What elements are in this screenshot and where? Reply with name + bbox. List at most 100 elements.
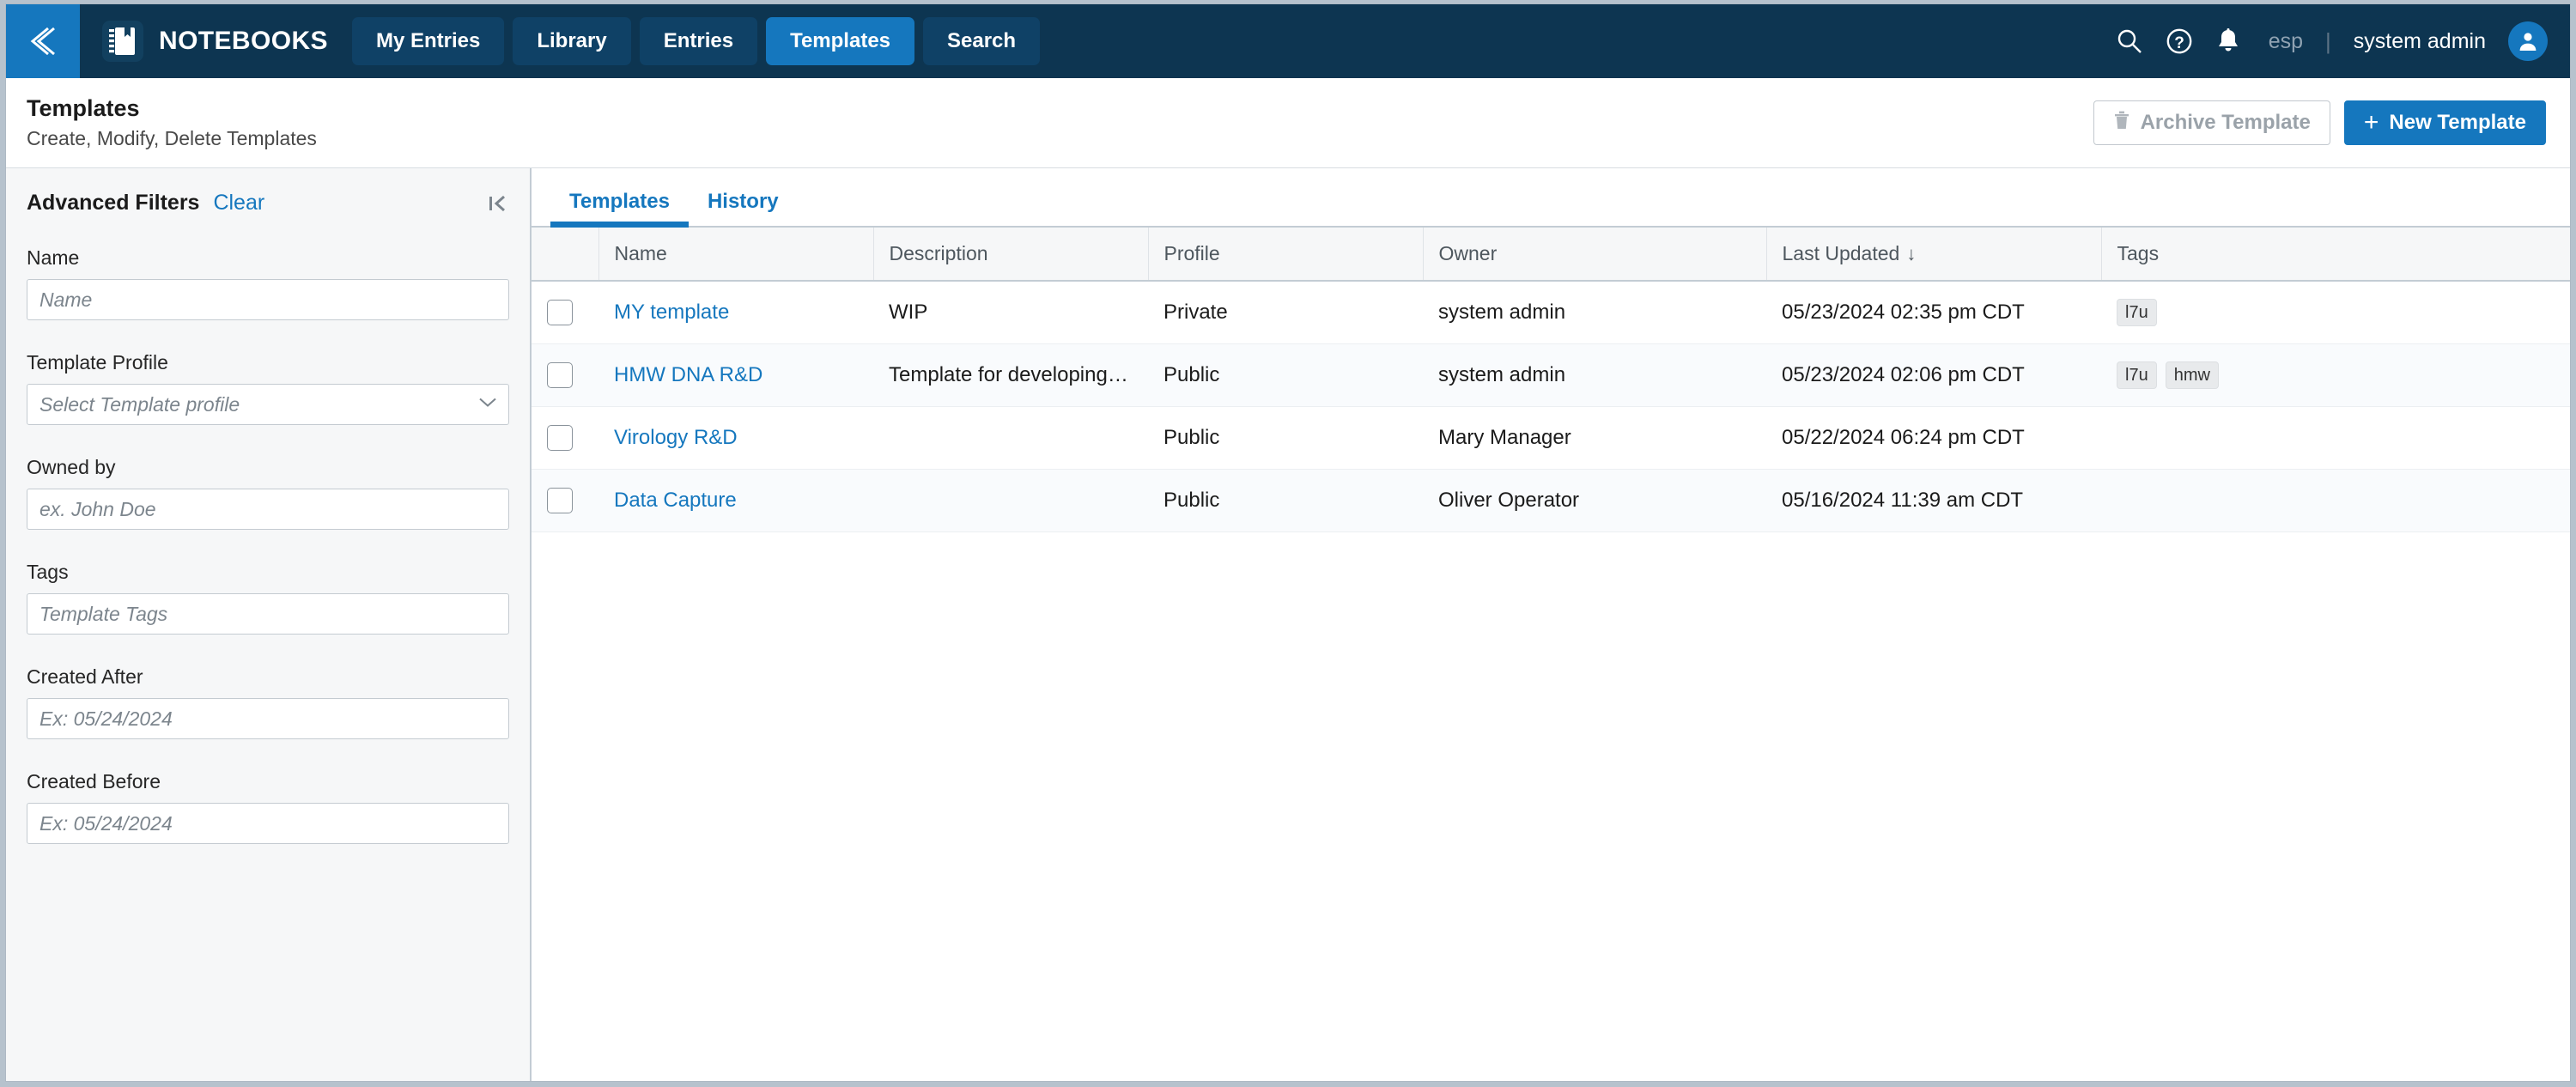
search-icon[interactable]	[2116, 27, 2143, 55]
row-description-cell	[873, 469, 1148, 532]
filter-label-owned-by: Owned by	[27, 456, 116, 478]
column-header-last-updated[interactable]: Last Updated ↓	[1766, 228, 2102, 282]
table-row[interactable]: HMW DNA R&D Template for developing … Pu…	[532, 343, 2570, 407]
notification-bell-icon[interactable]	[2215, 27, 2241, 55]
table-header-row: Name Description Profile Owner Last Upda…	[532, 228, 2570, 282]
filter-label-created-after: Created After	[27, 665, 143, 688]
tag-chip: hmw	[2165, 361, 2219, 389]
row-checkbox[interactable]	[547, 487, 573, 513]
app-window: NOTEBOOKS My Entries Library Entries Tem…	[5, 3, 2571, 1082]
template-name-link[interactable]: HMW DNA R&D	[614, 363, 762, 386]
tag-chip-list: l7u hmw	[2117, 361, 2555, 389]
table-row[interactable]: MY template WIP Private system admin 05/…	[532, 281, 2570, 344]
row-profile-cell: Public	[1148, 343, 1423, 407]
owned-by-input[interactable]	[27, 489, 509, 530]
row-name-cell: MY template	[598, 281, 873, 344]
collapse-left-icon[interactable]	[487, 192, 509, 215]
brand-label: NOTEBOOKS	[159, 27, 328, 55]
nav-tab-entries[interactable]: Entries	[639, 17, 758, 65]
page-header: Templates Create, Modify, Delete Templat…	[6, 78, 2570, 168]
page-header-text: Templates Create, Modify, Delete Templat…	[27, 95, 317, 150]
created-before-input[interactable]	[27, 803, 509, 844]
row-last-updated-cell: 05/23/2024 02:06 pm CDT	[1766, 343, 2101, 407]
templates-table-body: MY template WIP Private system admin 05/…	[532, 281, 2570, 532]
row-last-updated-cell: 05/23/2024 02:35 pm CDT	[1766, 281, 2101, 344]
trash-icon	[2113, 110, 2130, 137]
row-tags-cell	[2101, 469, 2570, 532]
filter-label-tags: Tags	[27, 561, 69, 583]
row-profile-cell: Public	[1148, 406, 1423, 470]
table-row[interactable]: Data Capture Public Oliver Operator 05/1…	[532, 469, 2570, 532]
svg-text:?: ?	[2174, 34, 2184, 52]
row-name-cell: Virology R&D	[598, 406, 873, 470]
navbar-separator: |	[2325, 27, 2331, 54]
template-name-link[interactable]: Data Capture	[614, 489, 737, 512]
tag-chip-list: l7u	[2117, 298, 2555, 326]
row-checkbox[interactable]	[547, 424, 573, 451]
tab-templates[interactable]: Templates	[550, 190, 689, 228]
nav-tab-library[interactable]: Library	[513, 17, 631, 65]
column-header-profile[interactable]: Profile	[1148, 228, 1424, 282]
row-tags-cell: l7u hmw	[2101, 343, 2570, 407]
content-tabs: Templates History	[532, 168, 2570, 228]
row-description-cell: Template for developing …	[873, 343, 1148, 407]
table-row[interactable]: Virology R&D Public Mary Manager 05/22/2…	[532, 406, 2570, 470]
page-body: Advanced Filters Clear Name Template Pro…	[6, 168, 2570, 1081]
new-template-label: New Template	[2389, 111, 2526, 134]
row-tags-cell: l7u	[2101, 281, 2570, 344]
filter-field-template-profile: Template Profile	[27, 351, 509, 425]
row-last-updated-cell: 05/16/2024 11:39 am CDT	[1766, 469, 2101, 532]
created-after-input[interactable]	[27, 698, 509, 739]
language-selector[interactable]: esp	[2263, 29, 2303, 54]
column-header-name[interactable]: Name	[598, 228, 874, 282]
notebook-icon	[102, 21, 143, 62]
user-avatar-icon[interactable]	[2508, 21, 2548, 61]
row-description-cell	[873, 406, 1148, 470]
nav-tab-templates[interactable]: Templates	[766, 17, 915, 65]
filter-label-name: Name	[27, 246, 80, 269]
back-button[interactable]	[6, 4, 80, 78]
row-checkbox[interactable]	[547, 299, 573, 325]
archive-template-button[interactable]: Archive Template	[2093, 100, 2330, 145]
brand: NOTEBOOKS	[80, 4, 352, 78]
filter-field-name: Name	[27, 246, 509, 320]
primary-nav: My Entries Library Entries Templates Sea…	[351, 4, 1041, 78]
help-icon[interactable]: ?	[2166, 27, 2193, 55]
row-select-cell	[532, 281, 598, 344]
archive-template-label: Archive Template	[2140, 111, 2311, 134]
column-header-description[interactable]: Description	[873, 228, 1149, 282]
tag-chip: l7u	[2117, 361, 2157, 389]
row-owner-cell: Mary Manager	[1423, 406, 1766, 470]
template-profile-select-wrap	[27, 384, 509, 425]
nav-tab-search[interactable]: Search	[923, 17, 1041, 65]
new-template-button[interactable]: + New Template	[2343, 100, 2546, 145]
navbar-right: ? esp | system admin	[2116, 4, 2570, 78]
template-name-link[interactable]: Virology R&D	[614, 426, 738, 449]
row-profile-cell: Private	[1148, 281, 1423, 344]
template-profile-select[interactable]	[27, 384, 509, 425]
user-name-label[interactable]: system admin	[2354, 29, 2486, 54]
row-select-cell	[532, 469, 598, 532]
row-owner-cell: Oliver Operator	[1423, 469, 1766, 532]
nav-tab-my-entries[interactable]: My Entries	[351, 17, 505, 65]
column-header-tags[interactable]: Tags	[2101, 228, 2570, 282]
row-name-cell: HMW DNA R&D	[598, 343, 873, 407]
row-description-cell: WIP	[873, 281, 1148, 344]
row-owner-cell: system admin	[1423, 343, 1766, 407]
tags-input[interactable]	[27, 593, 509, 635]
tab-history[interactable]: History	[689, 190, 798, 226]
filter-field-created-after: Created After	[27, 665, 509, 739]
filter-field-created-before: Created Before	[27, 770, 509, 844]
top-navbar: NOTEBOOKS My Entries Library Entries Tem…	[6, 4, 2570, 78]
filter-label-template-profile: Template Profile	[27, 351, 168, 373]
name-input[interactable]	[27, 279, 509, 320]
template-name-link[interactable]: MY template	[614, 301, 729, 324]
page-subtitle: Create, Modify, Delete Templates	[27, 127, 317, 149]
column-header-last-updated-label: Last Updated	[1782, 242, 1900, 264]
templates-table: Name Description Profile Owner Last Upda…	[532, 228, 2570, 532]
row-checkbox[interactable]	[547, 361, 573, 388]
clear-filters-link[interactable]: Clear	[213, 191, 264, 216]
column-header-owner[interactable]: Owner	[1423, 228, 1767, 282]
sort-descending-icon: ↓	[1906, 243, 1917, 264]
filter-field-owned-by: Owned by	[27, 456, 509, 530]
